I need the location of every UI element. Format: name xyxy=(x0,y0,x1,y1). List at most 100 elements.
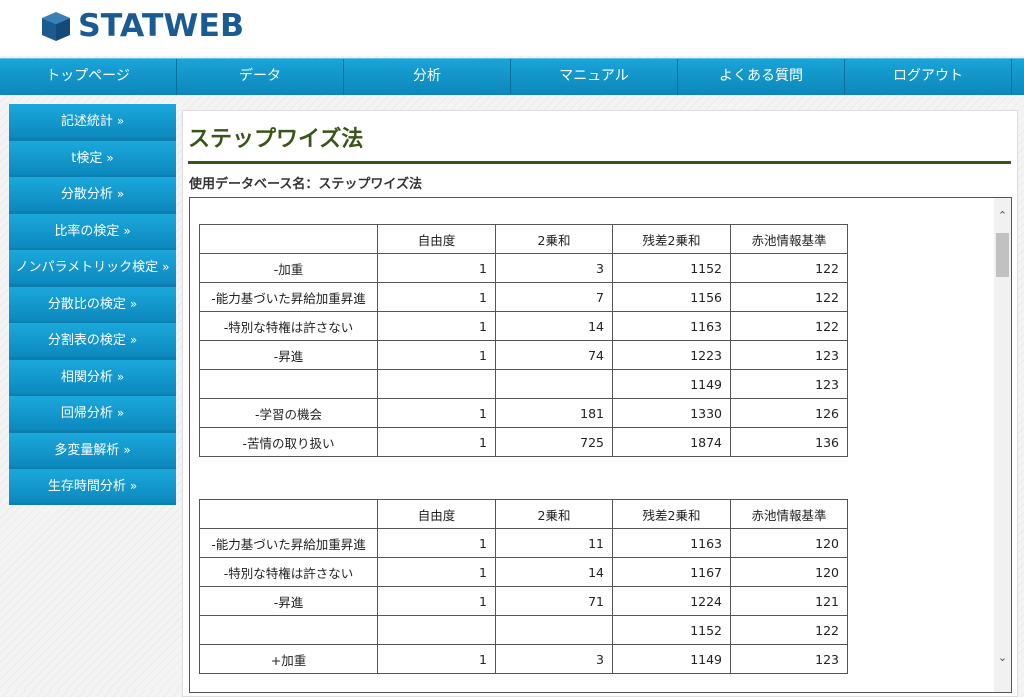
sidebar-item-label: 相関分析 xyxy=(60,369,113,385)
stepwise-table-1: 自由度 2乗和 残差2乗和 赤池情報基準 -加重 1 3 1152 122 -能力基づいた昇給加重… xyxy=(199,224,848,457)
chevron-right-icon: » xyxy=(116,114,125,128)
table-cell xyxy=(199,369,378,399)
table-row: -昇進 1 74 1223 123 xyxy=(199,340,848,370)
table-cell: 14 xyxy=(495,311,613,341)
nav-data[interactable]: データ xyxy=(177,59,344,95)
sidebar-item-correlation[interactable]: 相関分析» xyxy=(9,359,176,394)
table-cell: 1163 xyxy=(612,528,731,558)
sidebar-item-regression[interactable]: 回帰分析» xyxy=(9,396,176,431)
table-cell: 1156 xyxy=(612,282,731,312)
table-cell: 1167 xyxy=(612,557,731,587)
chevron-down-icon[interactable]: ⌄ xyxy=(994,650,1011,666)
sidebar-item-variance-ratio[interactable]: 分散比の検定» xyxy=(9,286,176,321)
sidebar-item-descriptive-stats[interactable]: 記述統計» xyxy=(9,104,176,138)
table-cell: -加重 xyxy=(199,253,378,283)
sidebar-item-label: 記述統計 xyxy=(60,114,113,129)
column-header: 自由度 xyxy=(377,499,496,529)
table-cell: 1 xyxy=(377,253,496,283)
stepwise-table-2: 自由度 2乗和 残差2乗和 赤池情報基準 -能力基づいた昇給加重昇進 1 11 1163 120… xyxy=(199,499,848,674)
nav-faq[interactable]: よくある質問 xyxy=(678,59,845,95)
table-row: -昇進 1 71 1224 121 xyxy=(199,586,848,616)
table-cell: 1149 xyxy=(612,644,731,674)
column-header xyxy=(199,224,378,254)
chevron-right-icon: » xyxy=(116,406,125,421)
sidebar: 記述統計» t検定» 分散分析» 比率の検定» ノンパラメトリック検定» 分散比… xyxy=(9,104,176,506)
table-cell: 3 xyxy=(495,253,613,283)
header: STATWEB xyxy=(0,0,1024,56)
table-cell: 126 xyxy=(730,398,848,428)
sidebar-item-label: 分散分析 xyxy=(60,187,113,203)
chevron-right-icon: » xyxy=(106,150,114,165)
table-row: 1149 123 xyxy=(199,369,848,399)
table-header-row: 自由度 2乗和 残差2乗和 赤池情報基準 xyxy=(199,224,848,254)
table-cell: 71 xyxy=(495,586,613,616)
sidebar-item-label: 比率の検定 xyxy=(54,223,120,239)
table-row: -学習の機会 1 181 1330 126 xyxy=(199,398,848,428)
sidebar-item-nonparametric[interactable]: ノンパラメトリック検定» xyxy=(9,250,176,285)
logo[interactable]: STATWEB xyxy=(38,6,244,46)
sidebar-item-label: t検定 xyxy=(71,150,103,166)
table-cell: 1149 xyxy=(612,369,731,399)
table-row: -能力基づいた昇給加重昇進 1 7 1156 122 xyxy=(199,282,848,312)
column-header: 残差2乗和 xyxy=(612,224,731,254)
sidebar-item-multivariate[interactable]: 多変量解析» xyxy=(9,432,176,467)
table-cell: 14 xyxy=(495,557,613,587)
nav-analysis[interactable]: 分析 xyxy=(344,59,511,95)
sidebar-item-t-test[interactable]: t検定» xyxy=(9,140,176,175)
table-cell: 1 xyxy=(377,282,496,312)
table-cell: 123 xyxy=(730,644,848,674)
table-cell: 1 xyxy=(377,340,496,370)
table-row: +加重 1 3 1149 123 xyxy=(199,644,848,674)
nav-top-page[interactable]: トップページ xyxy=(0,59,177,95)
vertical-scrollbar[interactable]: ⌃ ⌄ xyxy=(994,198,1011,692)
table-cell: 1 xyxy=(377,311,496,341)
table-cell: 1 xyxy=(377,528,496,558)
table-cell: 1 xyxy=(377,557,496,587)
chevron-right-icon: » xyxy=(123,223,131,238)
database-name-label: 使用データベース名：ステップワイズ法 xyxy=(189,177,422,192)
table-cell: -特別な特権は許さない xyxy=(199,311,378,341)
table-header-row: 自由度 2乗和 残差2乗和 赤池情報基準 xyxy=(199,499,848,529)
table-cell: -能力基づいた昇給加重昇進 xyxy=(199,528,378,558)
table-cell: 1 xyxy=(377,427,496,457)
chevron-right-icon: » xyxy=(129,479,138,494)
table-row: -特別な特権は許さない 1 14 1163 122 xyxy=(199,311,848,341)
chevron-right-icon: » xyxy=(123,442,131,457)
table-cell: 136 xyxy=(730,427,848,457)
chevron-up-icon[interactable]: ⌃ xyxy=(994,208,1011,224)
column-header: 2乗和 xyxy=(495,224,613,254)
main-nav: トップページ データ 分析 マニュアル よくある質問 ログアウト xyxy=(0,58,1024,95)
table-cell: 120 xyxy=(730,528,848,558)
chevron-right-icon: » xyxy=(129,333,138,348)
table-row: -特別な特権は許さない 1 14 1167 120 xyxy=(199,557,848,587)
table-cell: 1 xyxy=(377,644,496,674)
title-divider xyxy=(188,161,1011,164)
table-row: 1152 122 xyxy=(199,615,848,645)
table-cell: 1152 xyxy=(612,615,731,645)
table-cell: -昇進 xyxy=(199,586,378,616)
sidebar-item-label: 回帰分析 xyxy=(60,406,113,422)
column-header: 赤池情報基準 xyxy=(730,224,848,254)
sidebar-item-survival[interactable]: 生存時間分析» xyxy=(9,469,176,504)
table-cell: 1 xyxy=(377,398,496,428)
nav-manual[interactable]: マニュアル xyxy=(511,59,678,95)
table-cell xyxy=(495,369,613,399)
table-cell: 1 xyxy=(377,586,496,616)
column-header: 赤池情報基準 xyxy=(730,499,848,529)
table-cell: 1330 xyxy=(612,398,731,428)
table-cell: 123 xyxy=(730,340,848,370)
chevron-right-icon: » xyxy=(162,260,170,275)
scrollbar-thumb[interactable] xyxy=(996,233,1009,277)
table-cell: 11 xyxy=(495,528,613,558)
sidebar-item-contingency[interactable]: 分割表の検定» xyxy=(9,323,176,358)
table-cell: 121 xyxy=(730,586,848,616)
chevron-right-icon: » xyxy=(129,296,138,311)
table-cell: 7 xyxy=(495,282,613,312)
chevron-right-icon: » xyxy=(116,187,125,202)
nav-logout[interactable]: ログアウト xyxy=(845,59,1012,95)
table-cell: 1163 xyxy=(612,311,731,341)
sidebar-item-anova[interactable]: 分散分析» xyxy=(9,177,176,212)
sidebar-item-proportion-test[interactable]: 比率の検定» xyxy=(9,213,176,248)
table-cell: 3 xyxy=(495,644,613,674)
results-frame[interactable]: 自由度 2乗和 残差2乗和 赤池情報基準 -加重 1 3 1152 122 -能力基づいた昇給加重… xyxy=(189,197,1012,693)
